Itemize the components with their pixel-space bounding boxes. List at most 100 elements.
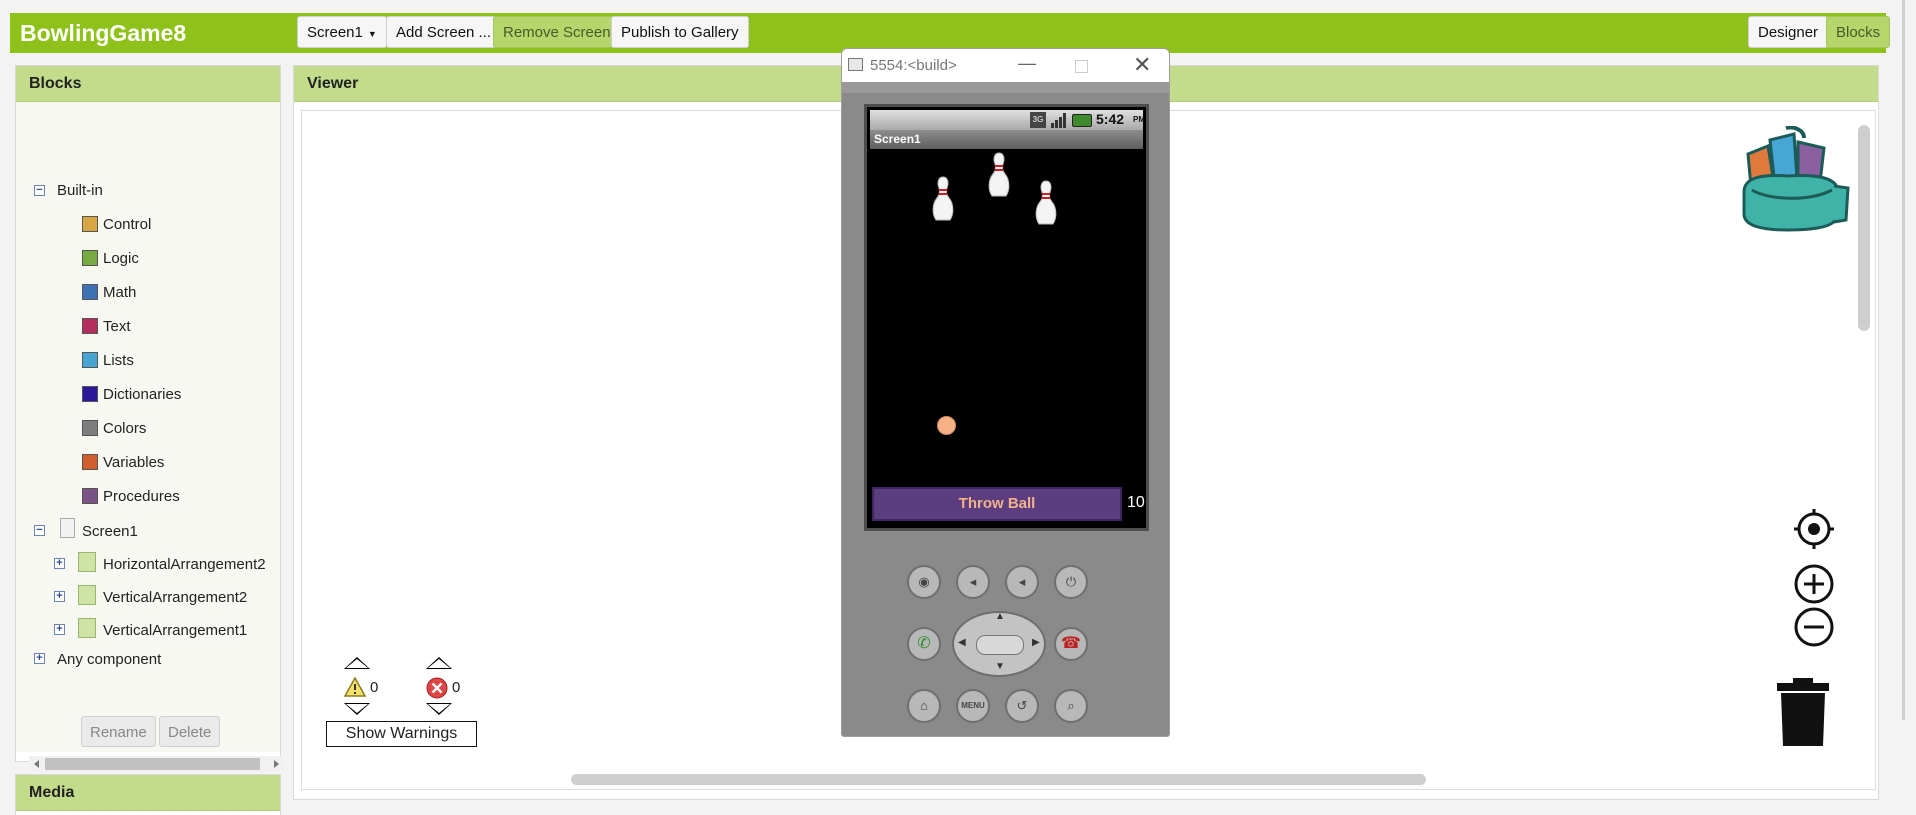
previous-error-icon[interactable] [426, 657, 452, 669]
tree-horizontal-scrollbar[interactable] [29, 756, 284, 772]
next-error-icon[interactable] [426, 703, 452, 715]
close-icon[interactable]: ✕ [1133, 48, 1151, 81]
emulator-window[interactable]: 5554:<build> — ✕ 3G 5:42 PM Screen1 Thro… [841, 48, 1170, 737]
page-vertical-scrollbar[interactable] [1902, 0, 1905, 720]
expand-any-component-icon[interactable]: + [34, 653, 45, 664]
power-key-icon[interactable]: ⏻ [1054, 565, 1088, 599]
network-3g-icon: 3G [1030, 112, 1046, 128]
block-category-swatch-icon [82, 420, 98, 436]
dpad-up-icon[interactable]: ▲ [995, 611, 1005, 622]
chevron-down-icon: ▼ [367, 29, 377, 39]
block-category-swatch-icon [82, 454, 98, 470]
maximize-icon[interactable] [1075, 60, 1088, 73]
scrollbar-thumb[interactable] [45, 758, 260, 770]
collapse-screen1-icon[interactable]: − [34, 525, 45, 536]
tree-any-component[interactable]: Any component [57, 648, 161, 672]
search-key-icon[interactable]: ⌕ [1054, 689, 1088, 723]
screen-icon [60, 518, 75, 538]
volume-up-key-icon[interactable]: ◂ [1005, 565, 1039, 599]
delete-button[interactable]: Delete [159, 716, 221, 747]
block-category-math[interactable]: Math [103, 281, 136, 305]
publish-to-gallery-button[interactable]: Publish to Gallery [611, 16, 749, 48]
scroll-left-icon[interactable] [34, 760, 39, 768]
dpad-down-icon[interactable]: ▼ [995, 661, 1005, 672]
block-category-lists[interactable]: Lists [103, 349, 134, 373]
block-category-logic[interactable]: Logic [103, 247, 139, 271]
expand-component-icon[interactable]: + [54, 591, 65, 602]
workspace-vertical-scrollbar[interactable] [1858, 125, 1870, 331]
add-screen-button[interactable]: Add Screen ... [386, 16, 502, 48]
tree-component[interactable]: VerticalArrangement2 [103, 586, 247, 610]
media-panel: Media [15, 774, 281, 815]
block-category-colors[interactable]: Colors [103, 417, 146, 441]
emulator-app-icon [848, 58, 863, 71]
dpad-center-button[interactable] [976, 635, 1024, 655]
camera-key-icon[interactable]: ◉ [907, 565, 941, 599]
android-status-bar: 3G 5:42 PM [870, 110, 1145, 130]
score-label: 10 [1127, 494, 1145, 511]
minimize-icon[interactable]: — [1018, 47, 1036, 80]
block-category-variables[interactable]: Variables [103, 451, 164, 475]
dpad-right-icon[interactable]: ▶ [1032, 637, 1040, 648]
media-panel-header: Media [16, 775, 280, 811]
block-category-swatch-icon [82, 284, 98, 300]
block-category-procedures[interactable]: Procedures [103, 485, 180, 509]
collapse-builtin-icon[interactable]: − [34, 185, 45, 196]
status-time: 5:42 [1096, 111, 1125, 127]
blocks-panel-header: Blocks [16, 66, 280, 102]
menu-key[interactable]: MENU [956, 689, 990, 723]
android-app-title: Screen1 [870, 130, 1143, 149]
tree-screen1[interactable]: Screen1 [82, 520, 138, 544]
rename-button[interactable]: Rename [81, 716, 156, 747]
recenter-target-icon[interactable] [1792, 507, 1836, 551]
block-category-dictionaries[interactable]: Dictionaries [103, 383, 181, 407]
blocks-tree: − Built-in − Screen1 + HorizontalArrange… [16, 102, 284, 772]
scroll-right-icon[interactable] [274, 760, 279, 768]
block-category-control[interactable]: Control [103, 213, 151, 237]
bowling-pin-icon [932, 176, 954, 221]
trash-icon[interactable] [1775, 678, 1831, 748]
previous-warning-icon[interactable] [344, 657, 370, 669]
expand-component-icon[interactable]: + [54, 558, 65, 569]
bowling-pin-icon [988, 152, 1010, 197]
block-category-swatch-icon [82, 318, 98, 334]
block-category-swatch-icon [82, 386, 98, 402]
zoom-in-icon[interactable] [1793, 563, 1835, 605]
emulator-window-title: 5554:<build> [870, 57, 957, 74]
blocks-panel: Blocks − Built-in − Screen1 + Horizontal… [15, 65, 284, 772]
tree-component[interactable]: VerticalArrangement1 [103, 619, 247, 643]
back-key-icon[interactable]: ↺ [1005, 689, 1039, 723]
block-category-text[interactable]: Text [103, 315, 131, 339]
emulator-titlebar[interactable]: 5554:<build> — ✕ [842, 49, 1169, 82]
designer-button[interactable]: Designer [1748, 16, 1829, 48]
show-warnings-button[interactable]: Show Warnings [326, 721, 477, 747]
next-warning-icon[interactable] [344, 703, 370, 715]
call-key-icon[interactable]: ✆ [907, 627, 941, 661]
emulator-screen[interactable]: 3G 5:42 PM Screen1 Throw Ball 10 [864, 104, 1149, 531]
dpad[interactable]: ▲ ▼ ◀ ▶ [952, 611, 1046, 677]
workspace-horizontal-scrollbar[interactable] [571, 774, 1426, 785]
screen-select-dropdown[interactable]: Screen1 ▼ [297, 16, 387, 48]
block-category-swatch-icon [82, 488, 98, 504]
volume-down-key-icon[interactable]: ◂ [956, 565, 990, 599]
throw-ball-button[interactable]: Throw Ball [872, 487, 1122, 521]
dpad-left-icon[interactable]: ◀ [958, 637, 966, 648]
remove-screen-button[interactable]: Remove Screen [493, 16, 621, 48]
block-category-swatch-icon [82, 250, 98, 266]
zoom-out-icon[interactable] [1793, 606, 1835, 648]
battery-icon [1072, 114, 1092, 127]
warnings-count: 0 [370, 679, 379, 696]
blocks-button[interactable]: Blocks [1826, 16, 1891, 48]
tree-builtin[interactable]: Built-in [57, 179, 103, 203]
end-call-key-icon[interactable]: ☎ [1054, 627, 1088, 661]
bowling-ball[interactable] [937, 416, 956, 435]
home-key-icon[interactable]: ⌂ [907, 689, 941, 723]
block-category-swatch-icon [82, 352, 98, 368]
project-title: BowlingGame8 [20, 20, 187, 46]
horizontal-arrangement-icon [78, 552, 96, 572]
backpack-icon[interactable] [1738, 126, 1854, 234]
warning-icon [344, 677, 366, 697]
tree-component[interactable]: HorizontalArrangement2 [103, 553, 266, 577]
expand-component-icon[interactable]: + [54, 624, 65, 635]
screen-select-label: Screen1 [307, 24, 363, 41]
